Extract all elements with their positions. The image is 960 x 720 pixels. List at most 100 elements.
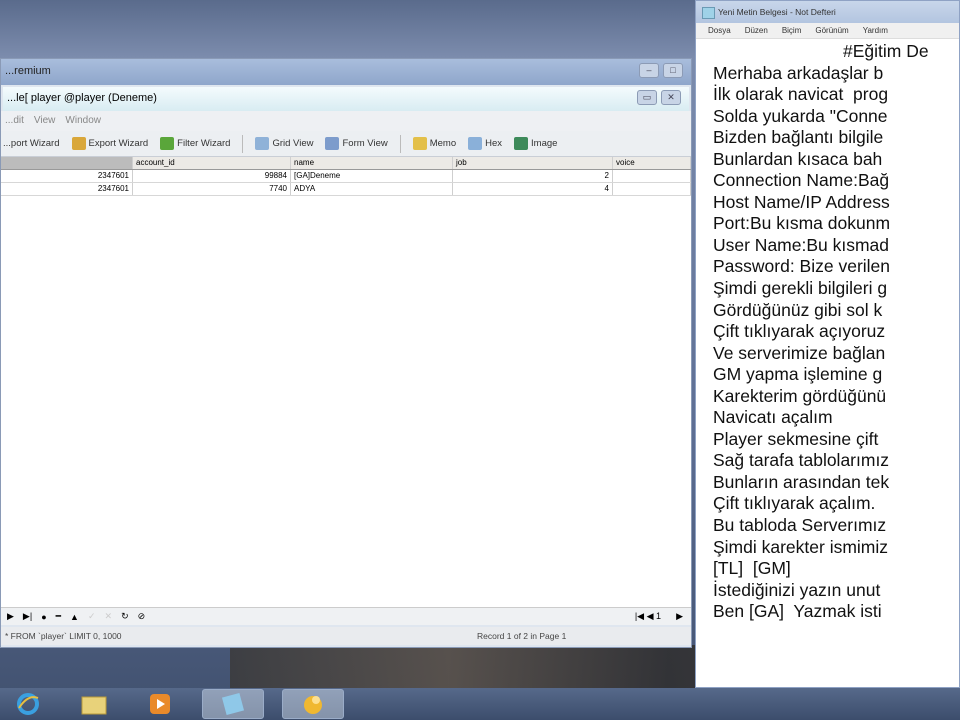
menu-yardim[interactable]: Yardım (863, 26, 888, 35)
table-tab[interactable]: ...le[ player @player (Deneme) ▭ ✕ (3, 87, 689, 111)
stop-icon[interactable]: ⊘ (138, 611, 146, 622)
text-line: Gördüğünüz gibi sol k (713, 299, 883, 320)
text-line: İlk olarak navicat prog (713, 84, 889, 105)
text-line: [TL] [GM] (713, 558, 791, 579)
notepad-text-area[interactable]: #Eğitim De Merhaba arkadaşlar b İlk olarak… (696, 39, 959, 644)
last-record-icon[interactable]: ▶| (23, 611, 32, 622)
prev-page-icon[interactable]: ◀ (647, 611, 654, 621)
navicat-title-bar: ...remium – □ (1, 59, 691, 85)
tab-close-icon[interactable]: ✕ (661, 90, 681, 105)
text-line: Bizden bağlantı bilgile (713, 127, 884, 148)
divider (399, 134, 401, 153)
menu-edit[interactable]: ...dit (5, 115, 24, 127)
filter-icon (160, 137, 175, 150)
menu-window[interactable]: Window (65, 115, 101, 127)
apply-icon[interactable]: ✓ (88, 611, 96, 622)
media-player-icon[interactable] (136, 689, 184, 719)
menu-dosya[interactable]: Dosya (708, 26, 731, 35)
notepad-window: Yeni Metin Belgesi - Not Defteri Dosya D… (695, 0, 960, 688)
text-line: ​ (713, 623, 959, 645)
taskbar (0, 688, 960, 720)
tab-restore-icon[interactable]: ▭ (637, 90, 657, 105)
column-header-voice[interactable]: voice (613, 157, 691, 169)
text-line: GM yapma işlemine g (713, 364, 883, 385)
cell[interactable] (613, 183, 691, 195)
menu-bicim[interactable]: Biçim (782, 26, 802, 35)
memo-button[interactable]: Memo (412, 137, 456, 150)
menu-duzen[interactable]: Düzen (745, 26, 768, 35)
text-line: User Name:Bu kısmad (713, 234, 890, 255)
cell[interactable]: 2347601 (1, 183, 133, 195)
edit-record-icon[interactable]: ▲ (70, 612, 79, 622)
page-number[interactable]: 1 (656, 611, 661, 621)
text-line: Karekterim gördüğünü (713, 385, 887, 406)
file-explorer-icon[interactable] (70, 689, 118, 719)
window-title: ...remium (5, 65, 51, 77)
column-header-job[interactable]: job (453, 157, 613, 169)
menu-view[interactable]: View (34, 115, 56, 127)
divider (242, 134, 244, 153)
notepad-menu-bar: Dosya Düzen Biçim Görünüm Yardım (696, 23, 959, 39)
import-wizard-button[interactable]: ...port Wizard (3, 138, 60, 149)
grid-header: account_id name job voice (1, 157, 691, 170)
text-line: Çift tıklıyarak açıyoruz (713, 321, 886, 342)
navicat-icon[interactable] (282, 689, 344, 719)
export-icon (71, 137, 86, 150)
delete-record-icon[interactable]: ━ (56, 611, 61, 622)
tab-title: ...le[ player @player (Deneme) (7, 92, 157, 104)
grid-view-icon (255, 137, 270, 150)
cell[interactable]: ADYA (291, 183, 453, 195)
menu-gorunum[interactable]: Görünüm (815, 26, 848, 35)
cell[interactable]: 99884 (133, 170, 291, 182)
grid-view-button[interactable]: Grid View (255, 137, 313, 150)
pager: |◀ ◀ 1 ▶ (635, 611, 683, 622)
text-line: Password: Bize verilen (713, 256, 891, 277)
text-line: Ben [GA] Yazmak isti (713, 601, 882, 622)
text-line: Ve serverimize bağlan (713, 342, 886, 363)
text-line: Port:Bu kısma dokunm (713, 213, 891, 234)
filter-wizard-button[interactable]: Filter Wizard (160, 137, 230, 150)
minimize-icon[interactable]: – (639, 63, 659, 78)
text-line: Şimdi karekter ismimiz (713, 536, 889, 557)
cell[interactable]: 2347601 (1, 170, 133, 182)
next-record-icon[interactable]: ▶ (7, 611, 14, 622)
cancel-icon[interactable]: ✕ (105, 611, 113, 622)
maximize-icon[interactable]: □ (663, 63, 683, 78)
data-grid: account_id name job voice 2347601 99884 … (1, 157, 691, 612)
table-row[interactable]: 2347601 7740 ADYA 4 (1, 183, 691, 196)
notepad-icon[interactable] (202, 689, 264, 719)
record-navigation-bar: ▶ ▶| ● ━ ▲ ✓ ✕ ↻ ⊘ |◀ ◀ 1 ▶ (1, 607, 691, 625)
refresh-icon[interactable]: ↻ (121, 611, 129, 622)
cell[interactable]: [GA]Deneme (291, 170, 453, 182)
sql-query: * FROM `player` LIMIT 0, 1000 (5, 631, 122, 641)
form-view-button[interactable]: Form View (325, 137, 388, 150)
status-bar: * FROM `player` LIMIT 0, 1000 Record 1 o… (1, 627, 691, 645)
memo-icon (412, 137, 427, 150)
cell[interactable]: 7740 (133, 183, 291, 195)
cell[interactable]: 2 (453, 170, 613, 182)
hex-button[interactable]: Hex (468, 137, 502, 150)
column-header[interactable] (1, 157, 133, 169)
table-row[interactable]: 2347601 99884 [GA]Deneme 2 (1, 170, 691, 183)
form-view-icon (325, 137, 340, 150)
text-line: Bunların arasından tek (713, 471, 890, 492)
cell[interactable]: 4 (453, 183, 613, 195)
first-page-icon[interactable]: |◀ (635, 611, 644, 621)
text-line: Şimdi gerekli bilgileri g (713, 278, 888, 299)
toolbar: ...port Wizard Export Wizard Filter Wiza… (1, 131, 691, 157)
navicat-window: ...remium – □ ...le[ player @player (Dene… (0, 58, 692, 648)
export-wizard-button[interactable]: Export Wizard (71, 137, 148, 150)
cell[interactable] (613, 170, 691, 182)
add-record-icon[interactable]: ● (41, 612, 46, 622)
image-icon (514, 137, 529, 150)
internet-explorer-icon[interactable] (4, 689, 52, 719)
text-line: #Eğitim De (843, 41, 929, 61)
column-header-account-id[interactable]: account_id (133, 157, 291, 169)
image-button[interactable]: Image (514, 137, 557, 150)
next-page-icon[interactable]: ▶ (676, 611, 683, 621)
text-line: Bunlardan kısaca bah (713, 148, 883, 169)
text-line: İstediğinizi yazın unut (713, 579, 881, 600)
text-line: Bu tabloda Serverımız (713, 515, 887, 536)
column-header-name[interactable]: name (291, 157, 453, 169)
text-line: Host Name/IP Address (713, 191, 890, 212)
